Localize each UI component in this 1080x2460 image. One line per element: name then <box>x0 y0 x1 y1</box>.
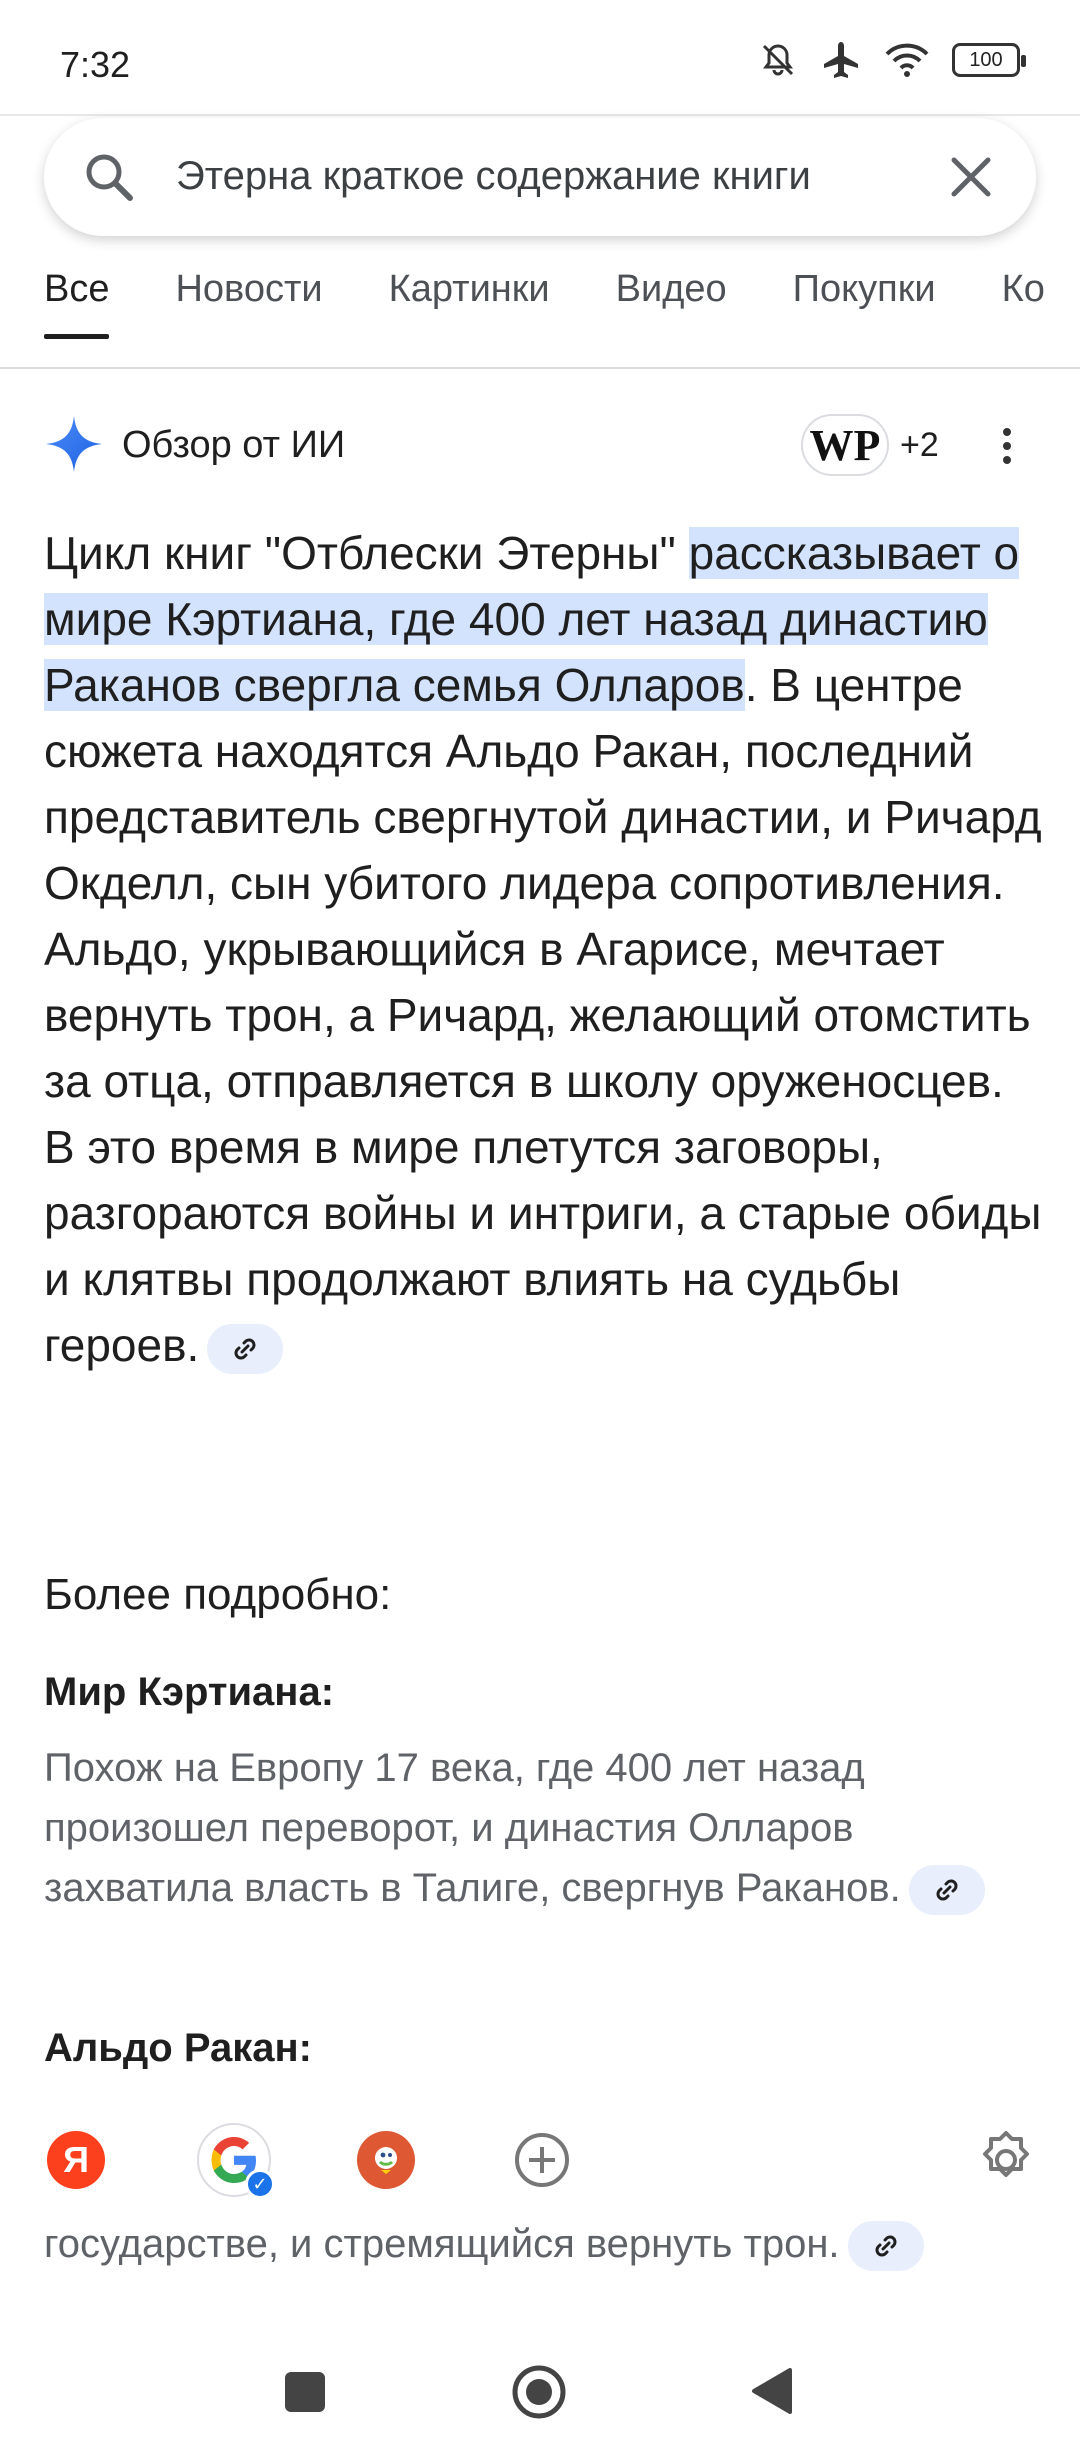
citation-link-button[interactable] <box>908 1865 985 1916</box>
back-button[interactable] <box>750 2366 794 2421</box>
search-input[interactable]: Этерна краткое содержание книги <box>176 154 936 199</box>
search-engine-bar: Я ✓ <box>0 2110 1080 2210</box>
link-icon <box>936 1879 958 1901</box>
tab-shopping[interactable]: Покупки <box>793 268 936 339</box>
yandex-button[interactable]: Я <box>36 2120 116 2200</box>
link-icon <box>875 2235 897 2257</box>
section-heading: Мир Кэртиана: <box>44 1670 335 1714</box>
section-heading: Альдо Ракан: <box>44 2026 312 2070</box>
status-time: 7:32 <box>60 44 131 85</box>
tab-books[interactable]: Ко <box>1002 268 1045 339</box>
link-icon <box>234 1338 256 1360</box>
duckduckgo-icon <box>357 2131 415 2189</box>
gear-icon <box>983 2131 1029 2177</box>
airplane-icon <box>820 40 862 80</box>
citation-link-button[interactable] <box>207 1323 284 1374</box>
ai-sparkle-icon <box>44 414 104 479</box>
yandex-icon: Я <box>47 2131 105 2189</box>
tab-videos[interactable]: Видео <box>616 268 727 339</box>
mute-icon <box>758 40 798 80</box>
system-nav-bar <box>0 2350 1080 2440</box>
status-bar: 7:32 100 <box>0 0 1080 116</box>
more-options-icon[interactable] <box>1000 426 1014 471</box>
back-triangle-icon <box>752 2368 792 2414</box>
check-badge-icon: ✓ <box>245 2169 275 2199</box>
search-icon[interactable] <box>82 150 136 209</box>
search-tabs: Все Новости Картинки Видео Покупки Ко <box>44 268 1045 339</box>
recents-button[interactable] <box>283 2370 327 2419</box>
google-icon: ✓ <box>197 2123 275 2199</box>
paragraph-text-continued: . В центре сюжета находятся Альдо Ракан,… <box>44 659 1042 1371</box>
google-button[interactable]: ✓ <box>194 2120 275 2200</box>
wifi-icon <box>884 40 930 80</box>
square-icon <box>285 2372 325 2412</box>
settings-button[interactable] <box>966 2120 1046 2200</box>
ai-overview-header: Обзор от ИИ WP +2 <box>44 414 1044 476</box>
ai-overview-paragraph: Цикл книг "Отблески Этерны" рассказывает… <box>44 520 1044 1378</box>
tab-images[interactable]: Картинки <box>389 268 550 339</box>
section-text-wrap: Похож на Европу 17 века, где 400 лет наз… <box>44 1738 1044 1918</box>
paragraph-text: Цикл книг "Отблески Этерны" <box>44 527 689 579</box>
tab-news[interactable]: Новости <box>175 268 322 339</box>
section-text: Похож на Европу 17 века, где 400 лет наз… <box>44 1746 901 1910</box>
citation-link-button[interactable] <box>847 2221 924 2272</box>
top-divider <box>0 114 1080 116</box>
home-button[interactable] <box>511 2364 567 2425</box>
source-logo[interactable]: WP <box>801 414 889 476</box>
section-text: государстве, и стремящийся вернуть трон. <box>44 2222 840 2266</box>
source-more-count[interactable]: +2 <box>900 426 939 465</box>
status-icons: 100 <box>758 40 1026 80</box>
ai-overview-title: Обзор от ИИ <box>122 424 346 466</box>
search-box[interactable]: Этерна краткое содержание книги <box>44 118 1036 236</box>
add-icon <box>515 2133 569 2187</box>
more-details-title: Более подробно: <box>44 1570 392 1619</box>
add-engine-button[interactable] <box>502 2120 582 2200</box>
battery-icon: 100 <box>952 43 1026 77</box>
section-text-wrap: государстве, и стремящийся вернуть трон. <box>44 2214 1044 2274</box>
duckduckgo-button[interactable] <box>346 2120 426 2200</box>
home-circle-icon <box>512 2365 566 2419</box>
close-icon[interactable] <box>946 152 996 207</box>
tabs-divider <box>0 367 1080 369</box>
tab-all[interactable]: Все <box>44 268 110 339</box>
